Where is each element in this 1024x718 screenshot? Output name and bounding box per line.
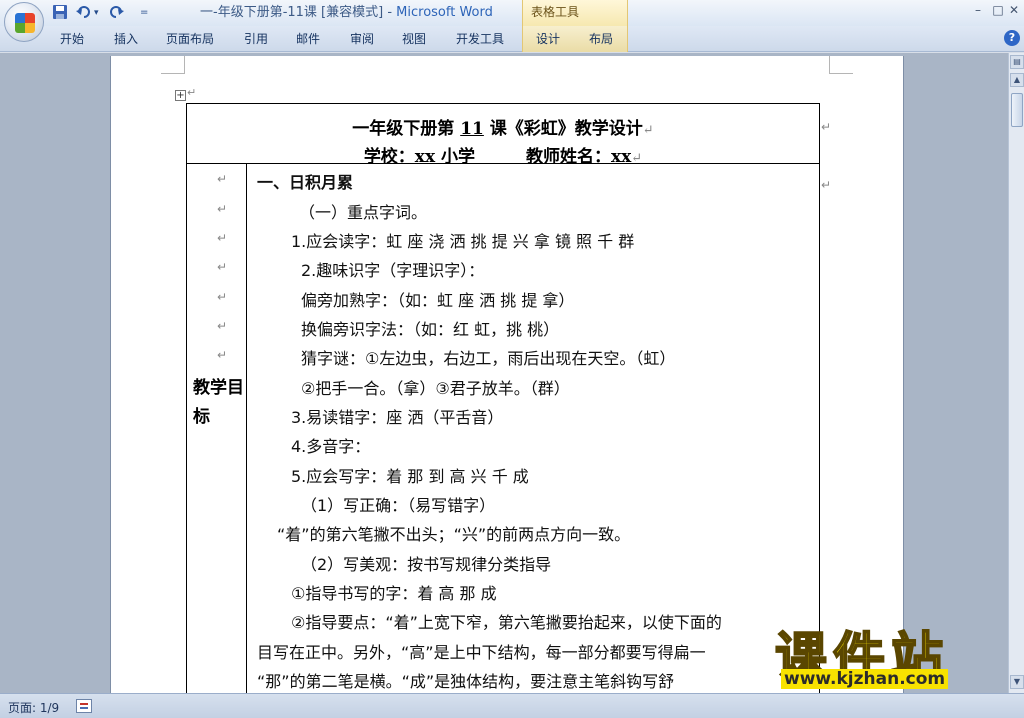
tab-design[interactable]: 设计 [536,31,560,47]
content-line: （一）重点字词。 [299,203,428,222]
title-prefix: 一年级下册第 [352,119,461,139]
content-line: 换偏旁识字法：（如：红 虹，挑 桃） [301,320,560,339]
tab-references[interactable]: 引用 [244,31,268,47]
crop-mark [829,56,853,74]
content-line: （1）写正确：（易写错字） [301,496,496,515]
title-cell[interactable]: 一年级下册第 11 课《彩虹》教学设计↵ 学校：xx 小学 教师姓名：xx↵ [187,104,819,167]
paragraph-mark: ↵ [217,290,228,304]
table-tools-tab-group: 设计 布局 [522,26,628,52]
paragraph-mark: ↵ [217,202,228,216]
page-indicator[interactable]: 页面: 1/9 [8,699,59,716]
vertical-scrollbar[interactable]: ▤ ▲ ▼ [1008,53,1024,693]
paragraph-mark: ↵ [217,319,228,333]
ruler-toggle-icon[interactable]: ▤ [1010,55,1024,69]
scroll-down-icon[interactable]: ▼ [1010,675,1024,689]
section-heading: 一、日积月累 [257,173,354,192]
content-line: ②把手一合。（拿）③君子放羊。（群） [301,379,570,398]
document-title: 一年级下册第 11 课《彩虹》教学设计↵ [187,114,819,139]
office-logo-icon [15,13,35,33]
restore-button[interactable]: □ [990,3,1006,17]
lesson-plan-table[interactable]: 一年级下册第 11 课《彩虹》教学设计↵ 学校：xx 小学 教师姓名：xx↵ ↵… [186,103,820,696]
minimize-button[interactable]: – [970,3,986,17]
content-line: （2）写美观：按书写规律分类指导 [301,555,552,574]
end-of-row-mark: ↵ [821,178,832,192]
scroll-up-icon[interactable]: ▲ [1010,73,1024,87]
document-workspace: + ↵ 一年级下册第 11 课《彩虹》教学设计↵ 学校：xx 小学 教师姓名：x… [0,53,1008,696]
app-name: Microsoft Word [396,5,493,20]
tab-home[interactable]: 开始 [60,31,84,47]
content-line: 猜字谜：①左边虫，右边工，雨后出现在天空。（虹） [301,349,676,368]
paragraph-mark: ↵ [217,260,228,274]
help-icon[interactable]: ? [1004,30,1020,46]
school-teacher-line: 学校：xx 小学 教师姓名：xx [363,147,632,167]
tab-insert[interactable]: 插入 [114,31,138,47]
content-line: 1.应会读字：虹 座 浇 洒 挑 提 兴 拿 镜 照 千 群 [291,232,635,251]
document-subtitle: 学校：xx 小学 教师姓名：xx↵ [187,142,819,167]
table-move-handle[interactable]: + [175,90,186,101]
table-tools-context-label: 表格工具 [522,0,628,26]
watermark-url: www.kjzhan.com [781,669,949,689]
content-line: 目写在正中。另外，“高”是上中下结构，每一部分都要写得扁一 [257,643,706,662]
tab-page-layout[interactable]: 页面布局 [166,31,214,47]
save-icon[interactable] [52,4,68,22]
close-button[interactable]: ✕ [1006,3,1022,17]
kjzhan-watermark: 课件站 www.kjzhan.com [773,615,1008,693]
undo-icon[interactable] [76,4,92,22]
document-page[interactable]: + ↵ 一年级下册第 11 课《彩虹》教学设计↵ 学校：xx 小学 教师姓名：x… [110,56,904,696]
customize-qat-icon[interactable]: = [140,4,148,22]
title-bar: ▾ = 一-年级下册第-11课 [兼容模式] - Microsoft Word … [0,0,1024,26]
title-lesson-number: 11 [460,119,484,139]
paragraph-mark: ↵ [217,172,228,186]
content-line: “着”的第六笔撇不出头；“兴”的前两点方向一致。 [277,525,631,544]
tab-review[interactable]: 审阅 [350,31,374,47]
teaching-goal-label: 教学目标 [193,378,244,427]
tab-layout[interactable]: 布局 [589,31,613,47]
end-of-row-mark: ↵ [821,120,832,134]
paragraph-mark: ↵ [187,86,197,99]
content-line: 4.多音字： [291,437,371,456]
redo-icon[interactable] [108,4,124,22]
paragraph-mark: ↵ [217,348,228,362]
content-line: 5.应会写字：着 那 到 高 兴 千 成 [291,467,529,486]
content-line: 偏旁加熟字：（如：虹 座 洒 挑 提 拿） [301,291,575,310]
content-line: 2.趣味识字（字理识字）： [301,261,485,280]
paragraph-mark: ↵ [642,123,654,138]
office-button[interactable] [4,2,44,42]
content-line: ②指导要点：“着”上宽下窄，第六笔撇要抬起来，以使下面的 [291,613,722,632]
ribbon-tab-bar: 开始 插入 页面布局 引用 邮件 审阅 视图 开发工具 [0,26,1024,52]
tab-view[interactable]: 视图 [402,31,426,47]
tab-mailings[interactable]: 邮件 [296,31,320,47]
paragraph-mark: ↵ [631,151,643,166]
content-line: 3.易读错字：座 洒（平舌音） [291,408,504,427]
content-line: ①指导书写的字：着 高 那 成 [291,584,497,603]
status-bar: 页面: 1/9 [0,693,1024,718]
scroll-thumb[interactable] [1011,93,1023,127]
proofing-icon[interactable] [76,699,92,713]
tab-developer[interactable]: 开发工具 [456,31,504,47]
window-title: 一-年级下册第-11课 [兼容模式] - Microsoft Word [200,4,493,22]
content-line: “那”的第二笔是横。“成”是独体结构，要注意主笔斜钩写舒 [257,672,675,691]
undo-dropdown-icon[interactable]: ▾ [94,4,99,22]
paragraph-mark: ↵ [217,231,228,245]
title-suffix: 课《彩虹》教学设计 [483,119,643,139]
goal-label-cell[interactable]: ↵ ↵ ↵ ↵ ↵ ↵ ↵ 教学目标 [187,164,247,696]
document-name: 一-年级下册第-11课 [兼容模式] - [200,5,397,20]
crop-mark [161,56,185,74]
context-group-label: 表格工具 [531,5,580,19]
